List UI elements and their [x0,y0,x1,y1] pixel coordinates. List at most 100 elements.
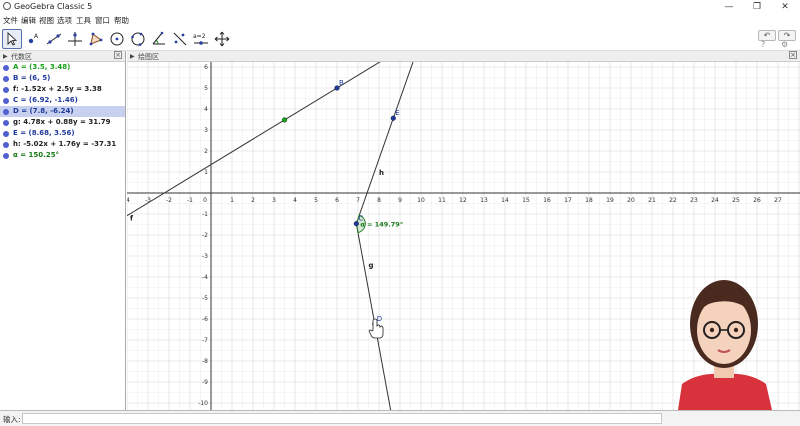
algebra-item-text: E = (8.68, 3.56) [13,129,75,137]
menu-help[interactable]: 帮助 [114,15,129,26]
visibility-toggle-icon[interactable] [3,130,9,137]
y-tick-label: -5 [202,295,208,302]
x-tick-label: 10 [417,197,425,204]
x-tick-label: 27 [774,197,782,204]
algebra-item[interactable]: f: -1.52x + 2.5y = 3.38 [0,84,125,95]
angle-alpha-label: α = 149.79° [360,221,403,229]
x-tick-label: 11 [438,197,446,204]
point-a[interactable] [281,117,288,123]
y-tick-label: -7 [202,337,208,344]
tool-perpendicular-line[interactable] [65,29,85,49]
algebra-view-title: 代数区 [11,53,32,61]
visibility-toggle-icon[interactable] [3,119,9,126]
visibility-toggle-icon[interactable] [3,75,9,82]
close-algebra-view-button[interactable]: × [114,51,122,59]
algebra-item-text: A = (3.5, 3.48) [13,63,71,71]
collapse-triangle-icon[interactable]: ▶ [130,53,135,60]
tool-slider[interactable]: a=2 [191,29,211,49]
algebra-item[interactable]: A = (3.5, 3.48) [0,62,125,73]
x-tick-label: 12 [459,197,467,204]
menu-tools[interactable]: 工具 [76,15,91,26]
menu-options[interactable]: 选项 [57,15,72,26]
y-tick-label: -9 [202,379,208,386]
y-tick-label: -10 [198,400,208,407]
tool-point[interactable]: A [23,29,43,49]
visibility-toggle-icon[interactable] [3,97,9,104]
algebra-view-header: ▶ 代数区 × [0,51,125,62]
polygon-icon [89,32,103,46]
line-f [127,62,381,217]
perpendicular-line-icon [68,32,82,46]
y-tick-label: 6 [204,64,208,71]
x-tick-label: -2 [166,197,172,204]
move-graphics-view-icon [214,31,230,47]
tool-circle[interactable] [107,29,127,49]
algebra-item[interactable]: g: 4.78x + 0.88y = 31.79 [0,117,125,128]
tool-move[interactable] [2,29,22,49]
point-d-label: D [377,315,382,323]
y-tick-label: -3 [202,253,208,260]
tool-reflect[interactable] [170,29,190,49]
visibility-toggle-icon[interactable] [3,64,9,71]
tool-angle[interactable] [149,29,169,49]
algebra-item-text: C = (6.92, -1.46) [13,96,78,104]
cursor-arrow-icon [7,31,18,46]
menu-window[interactable]: 窗口 [95,15,110,26]
line-icon [46,33,62,45]
algebra-item-text: g: 4.78x + 0.88y = 31.79 [13,118,111,126]
visibility-toggle-icon[interactable] [3,152,9,159]
line-g-label: g [369,262,374,270]
tool-move-graphics-view[interactable] [212,29,232,49]
circle-icon [110,32,124,46]
close-graphics-view-button[interactable]: × [789,51,797,59]
x-tick-label: 22 [669,197,677,204]
tool-polygon[interactable] [86,29,106,49]
collapse-triangle-icon[interactable]: ▶ [3,53,8,60]
algebra-item[interactable]: D = (7.8, -6.24) [0,106,125,117]
x-tick-label: 13 [480,197,488,204]
settings-gear-icon[interactable]: ⚙ [781,40,788,49]
tool-line[interactable] [44,29,64,49]
circle-three-points-icon [131,32,145,46]
line-h-label: h [379,169,384,177]
menu-bar: 文件 编辑 视图 选项 工具 窗口 帮助 [0,14,800,26]
algebra-item[interactable]: h: -5.02x + 1.76y = -37.31 [0,139,125,150]
x-tick-label: 23 [690,197,698,204]
visibility-toggle-icon[interactable] [3,108,9,115]
algebra-item[interactable]: α = 150.25° [0,150,125,161]
x-tick-label: 25 [732,197,740,204]
tool-circle-three-points[interactable] [128,29,148,49]
x-tick-label: 0 [203,197,207,204]
algebra-item[interactable]: B = (6, 5) [0,73,125,84]
graphics-view-header: ▶ 绘图区 × [127,51,800,62]
x-tick-label: 21 [648,197,656,204]
x-tick-label: 8 [377,197,381,204]
x-tick-label: 9 [398,197,402,204]
point-b-label: B [339,79,344,87]
x-tick-label: 24 [711,197,719,204]
x-tick-label: 18 [585,197,593,204]
menu-edit[interactable]: 编辑 [21,15,36,26]
x-tick-label: 15 [522,197,530,204]
x-tick-label: 1 [230,197,234,204]
y-tick-label: 5 [204,85,208,92]
algebra-item[interactable]: C = (6.92, -1.46) [0,95,125,106]
line-f-label: f [130,214,134,222]
angle-icon [152,31,165,45]
visibility-toggle-icon[interactable] [3,86,9,93]
point-c-label: C [358,215,363,223]
x-tick-label: 6 [335,197,339,204]
help-icon[interactable]: ? [761,40,765,49]
menu-view[interactable]: 视图 [39,15,54,26]
input-bar: 输入: [0,410,800,426]
close-button[interactable]: ✕ [774,0,796,14]
minimize-button[interactable]: — [718,0,740,14]
input-field[interactable] [22,413,662,424]
visibility-toggle-icon[interactable] [3,141,9,148]
maximize-button[interactable]: ❐ [746,0,768,14]
y-tick-label: 2 [204,148,208,155]
algebra-item[interactable]: E = (8.68, 3.56) [0,128,125,139]
menu-file[interactable]: 文件 [3,15,18,26]
point-e-label: E [395,109,399,117]
reflect-about-line-icon [173,32,187,46]
